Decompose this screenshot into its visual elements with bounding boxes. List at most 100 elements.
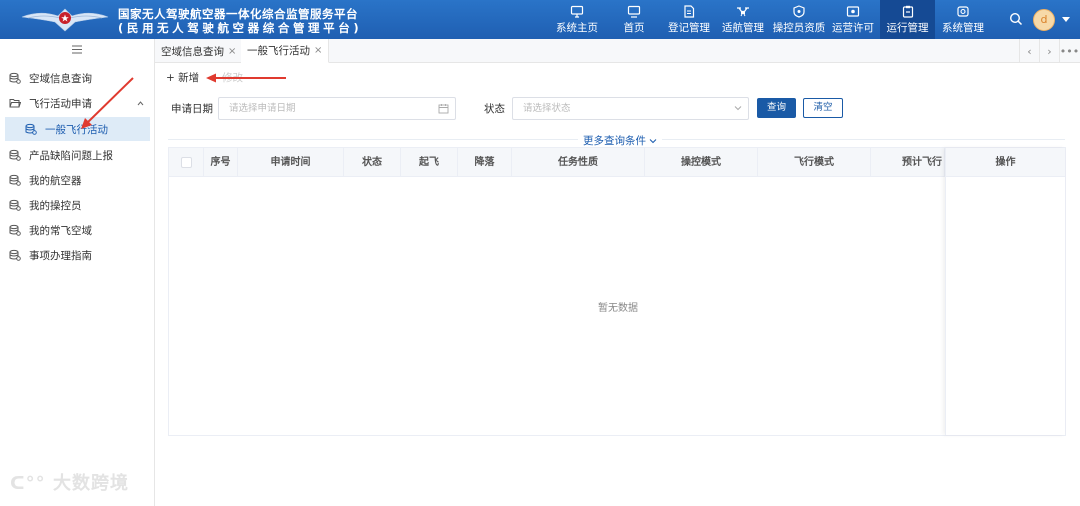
nav-label: 运行管理: [886, 21, 929, 34]
add-button[interactable]: + 新增: [166, 70, 199, 85]
menu-collapse-icon[interactable]: [72, 45, 82, 54]
sidebar-item-my-aircraft[interactable]: 我的航空器: [0, 168, 154, 192]
nav-system-management[interactable]: 系统管理: [938, 0, 988, 39]
database-icon: [9, 199, 21, 211]
select-all-checkbox[interactable]: [181, 157, 192, 168]
nav-label: 首页: [623, 21, 645, 34]
chevron-up-icon: [137, 101, 144, 106]
nav-label: 系统管理: [942, 21, 984, 34]
close-icon[interactable]: ×: [228, 46, 236, 57]
drone-icon: [737, 6, 749, 16]
top-header: 国家无人驾驶航空器一体化综合监管服务平台 (民用无人驾驶航空器综合管理平台) 系…: [0, 0, 1080, 39]
nav-label: 操控员资质: [772, 21, 826, 34]
monitor-icon: [570, 5, 584, 18]
sidebar-item-defect-report[interactable]: 产品缺陷问题上报: [0, 143, 154, 167]
empty-state-text: 暂无数据: [598, 303, 638, 314]
tab-general-flight[interactable]: 一般飞行活动 ×: [241, 39, 330, 63]
date-input[interactable]: 请选择申请日期: [218, 97, 456, 120]
column-header: 状态: [344, 148, 401, 177]
sidebar-item-frequent-airspace[interactable]: 我的常飞空域: [0, 218, 154, 242]
nav-label: 适航管理: [722, 21, 764, 34]
calendar-icon: [438, 104, 449, 114]
certificate-icon: [846, 5, 860, 17]
tab-label: 空域信息查询: [161, 45, 224, 58]
nav-label: 运营许可: [832, 21, 874, 34]
sidebar-item-my-operators[interactable]: 我的操控员: [0, 193, 154, 217]
column-header: 飞行模式: [758, 148, 871, 177]
table-header: 序号 申请时间 状态 起飞 降落 任务性质 操控模式 飞行模式 预计飞行: [169, 148, 1065, 177]
column-header: 操控模式: [645, 148, 758, 177]
settings-icon: [957, 5, 969, 17]
watermark-text: 大数跨境: [52, 473, 129, 494]
nav-airworthiness[interactable]: 适航管理: [720, 0, 766, 39]
clipboard-icon: [902, 5, 913, 18]
nav-system-home[interactable]: 系统主页: [551, 0, 603, 39]
column-header: 任务性质: [512, 148, 645, 177]
status-select[interactable]: 请选择状态: [512, 97, 749, 120]
clear-button[interactable]: 清空: [803, 98, 843, 118]
sidebar-item-label: 我的常飞空域: [29, 224, 92, 237]
sidebar-item-label: 我的操控员: [29, 199, 82, 212]
edit-button[interactable]: 修改: [222, 70, 243, 85]
sidebar-item-label: 我的航空器: [29, 174, 82, 187]
document-icon: [684, 4, 695, 18]
desktop-icon: [627, 5, 641, 18]
nav-operating-license[interactable]: 运营许可: [829, 0, 877, 39]
nav-label: 登记管理: [668, 21, 710, 34]
nav-operator-qualification[interactable]: 操控员资质: [771, 0, 827, 39]
sidebar: 空域信息查询 飞行活动申请 一般飞行活动 产品缺陷问题上报 我的航空器 我的操控…: [0, 39, 155, 506]
shield-icon: [793, 4, 805, 18]
watermark: ᑕ°° 大数跨境: [10, 469, 129, 495]
column-header: 申请时间: [238, 148, 344, 177]
chevron-down-icon: [649, 139, 657, 144]
platform-subtitle: (民用无人驾驶航空器综合管理平台): [118, 21, 363, 35]
select-all-cell: [169, 148, 204, 177]
status-label: 状态: [484, 103, 505, 115]
operation-column: 操作: [945, 148, 1065, 435]
folder-open-icon: [9, 99, 21, 108]
annotation-arrowhead: [206, 73, 216, 83]
column-header: 序号: [204, 148, 238, 177]
sidebar-item-label: 产品缺陷问题上报: [29, 149, 113, 162]
tab-airspace-query[interactable]: 空域信息查询 ×: [155, 39, 244, 63]
nav-home[interactable]: 首页: [614, 0, 654, 39]
query-button[interactable]: 查询: [757, 98, 796, 118]
search-icon[interactable]: [1009, 12, 1023, 26]
database-icon: [9, 174, 21, 186]
status-placeholder: 请选择状态: [523, 103, 571, 114]
more-filters-label: 更多查询条件: [583, 135, 646, 147]
date-label: 申请日期: [171, 103, 213, 115]
sidebar-item-label: 飞行活动申请: [29, 97, 92, 110]
caac-logo: [21, 8, 109, 32]
tab-more-icon[interactable]: •••: [1059, 39, 1079, 63]
database-icon: [9, 72, 21, 84]
column-header: 降落: [458, 148, 512, 177]
database-icon: [9, 249, 21, 261]
caret-down-icon[interactable]: [1062, 17, 1070, 22]
tab-label: 一般飞行活动: [247, 45, 310, 57]
nav-registration[interactable]: 登记管理: [664, 0, 714, 39]
tab-scroll-left-icon[interactable]: ‹: [1019, 39, 1039, 63]
sidebar-item-general-flight[interactable]: 一般飞行活动: [5, 117, 150, 141]
sidebar-item-label: 空域信息查询: [29, 72, 92, 85]
database-icon: [9, 224, 21, 236]
sidebar-item-label: 事项办理指南: [29, 249, 92, 262]
nav-operation-management[interactable]: 运行管理: [880, 0, 935, 39]
close-icon[interactable]: ×: [314, 45, 322, 56]
database-icon: [9, 149, 21, 161]
sidebar-item-airspace-query[interactable]: 空域信息查询: [0, 66, 154, 90]
sidebar-item-flight-application[interactable]: 飞行活动申请: [0, 91, 154, 115]
column-header: 起飞: [401, 148, 458, 177]
tab-scroll-right-icon[interactable]: ›: [1039, 39, 1059, 63]
date-placeholder: 请选择申请日期: [229, 103, 296, 114]
sidebar-item-guide[interactable]: 事项办理指南: [0, 243, 154, 267]
watermark-icon: ᑕ°°: [10, 473, 46, 494]
column-header: 预计飞行: [871, 148, 945, 177]
more-filters-toggle[interactable]: 更多查询条件: [578, 133, 663, 148]
tab-bar: 空域信息查询 × 一般飞行活动 × ‹ › •••: [155, 39, 1080, 63]
user-avatar[interactable]: d: [1033, 9, 1055, 31]
nav-label: 系统主页: [556, 21, 598, 34]
sidebar-item-label: 一般飞行活动: [45, 123, 108, 136]
column-header: 操作: [946, 148, 1065, 177]
chevron-down-icon: [734, 106, 742, 111]
